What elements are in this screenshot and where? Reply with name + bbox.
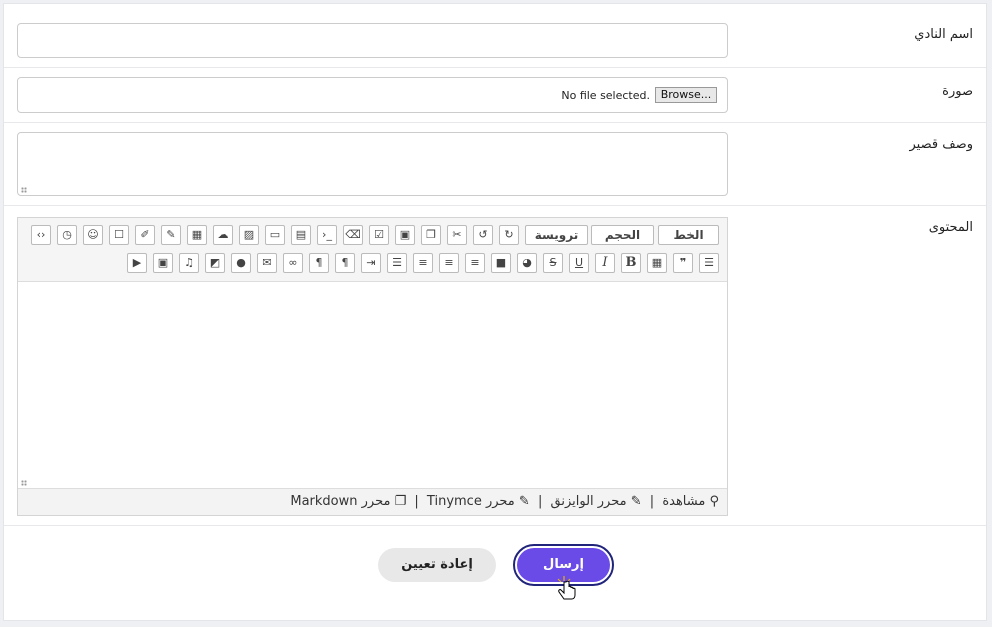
terminal-icon[interactable]: ›_ [317,225,337,245]
indent-icon[interactable]: ⇥ [361,253,381,273]
wysiwyg-edit-icon: ✎ [630,494,642,509]
heading-dropdown[interactable]: ترويسة [525,225,588,245]
eraser-icon[interactable]: ⌫ [343,225,363,245]
music-icon[interactable]: ♫ [179,253,199,273]
resize-grip-icon[interactable] [21,187,27,193]
italic-icon[interactable]: I [595,253,615,273]
undo-icon[interactable]: ↺ [473,225,493,245]
qr-code-icon[interactable]: ▦ [647,253,667,273]
background-color-icon[interactable]: ■ [491,253,511,273]
list-icon[interactable]: ☰ [699,253,719,273]
content-label: المحتوى [928,220,973,235]
align-left-icon[interactable]: ≡ [413,253,433,273]
tinymce-editor-link[interactable]: محرر Tinymce [427,489,515,515]
smiley-icon[interactable]: ☺ [83,225,103,245]
status-separator: | [649,494,655,509]
editor-resize-grip-icon[interactable] [21,480,27,486]
hand-cursor-icon [557,576,576,600]
editor-status-bar: ⚲ مشاهدة | ✎ محرر الوايزنق | ✎ محرر Tiny… [18,488,727,515]
short-desc-textarea[interactable] [17,132,728,196]
comment-icon[interactable]: ● [231,253,251,273]
edit-square-icon[interactable]: ✐ [135,225,155,245]
source-code-icon[interactable]: ‹› [31,225,51,245]
external-image-icon[interactable]: ◩ [205,253,225,273]
video-icon[interactable]: ▣ [153,253,173,273]
archive-icon[interactable]: ▦ [187,225,207,245]
bold-icon[interactable]: B [621,253,641,273]
image-row: صورة No file selected. Browse... [4,68,986,123]
markdown-icon: ❐ [394,494,407,509]
form-panel: اسم النادي صورة No file selected. Browse… [3,3,987,621]
tinymce-edit-icon: ✎ [518,494,530,509]
document-icon[interactable]: ▤ [291,225,311,245]
browse-button[interactable]: Browse... [655,87,717,103]
pencil-icon[interactable]: ✎ [161,225,181,245]
preview-link[interactable]: مشاهدة [662,489,705,515]
short-desc-row: وصف قصير [4,123,986,206]
short-desc-label: وصف قصير [909,137,974,152]
quote-icon[interactable]: ❞ [673,253,693,273]
align-justify-icon[interactable]: ☰ [387,253,407,273]
checkbox-icon[interactable]: ☑ [369,225,389,245]
font-dropdown[interactable]: الخط [658,225,719,245]
editor-toolbar: الخط الحجم ترويسة ↻ ↺ ✂ ❐ ▣ ☑ ⌫ ›_ ▤ ▭ ▨… [18,218,727,282]
youtube-icon[interactable]: ▶ [127,253,147,273]
align-center-icon[interactable]: ≡ [439,253,459,273]
status-separator: | [537,494,543,509]
paste-icon[interactable]: ▣ [395,225,415,245]
redo-icon[interactable]: ↻ [499,225,519,245]
rectangle-icon[interactable]: ▭ [265,225,285,245]
image-icon[interactable]: ▨ [239,225,259,245]
image-file-input[interactable]: No file selected. Browse... [17,77,728,113]
editor-content-area[interactable] [18,282,727,488]
image-label: صورة [942,84,973,99]
size-dropdown[interactable]: الحجم [591,225,654,245]
club-name-row: اسم النادي [4,4,986,68]
ltr-paragraph-icon[interactable]: ¶ [309,253,329,273]
club-name-input[interactable] [17,23,728,58]
content-editor: الخط الحجم ترويسة ↻ ↺ ✂ ❐ ▣ ☑ ⌫ ›_ ▤ ▭ ▨… [17,217,728,516]
club-name-label: اسم النادي [914,27,973,42]
cut-icon[interactable]: ✂ [447,225,467,245]
search-icon: ⚲ [709,494,719,509]
status-separator: | [414,494,419,509]
align-right-icon[interactable]: ≡ [465,253,485,273]
wysiwyg-editor-link[interactable]: محرر الوايزنق [551,489,627,515]
copy-icon[interactable]: ❐ [421,225,441,245]
palette-icon[interactable]: ◕ [517,253,537,273]
rtl-paragraph-icon[interactable]: ¶ [335,253,355,273]
upload-cloud-icon[interactable]: ☁ [213,225,233,245]
strikethrough-icon[interactable]: S [543,253,563,273]
file-status-text: No file selected. [561,89,650,102]
link-icon[interactable]: ∞ [283,253,303,273]
underline-icon[interactable]: U [569,253,589,273]
markdown-editor-link[interactable]: محرر Markdown [290,489,390,515]
reset-button[interactable]: إعادة تعيين [378,548,496,582]
email-icon[interactable]: ✉ [257,253,277,273]
history-icon[interactable]: ◷ [57,225,77,245]
edit-box-icon[interactable]: ☐ [109,225,129,245]
